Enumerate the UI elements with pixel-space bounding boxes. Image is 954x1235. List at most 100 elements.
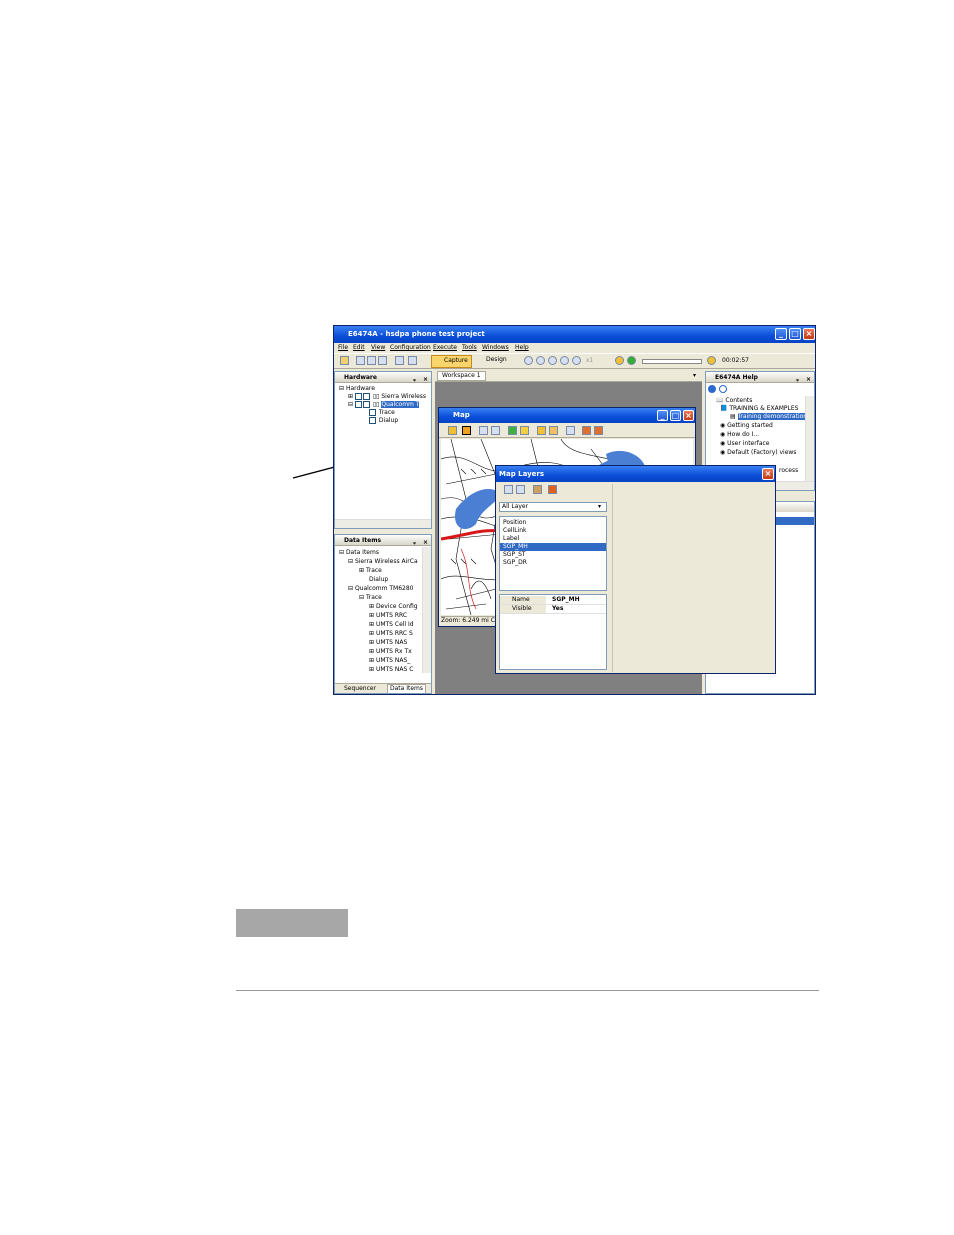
stop-icon[interactable] — [548, 356, 557, 365]
layer-filter-select[interactable]: All Layer ▾ — [499, 502, 607, 512]
tree-item[interactable]: ⊞ UMTS NAS_ — [369, 657, 410, 665]
copy-icon[interactable] — [367, 356, 376, 365]
checkbox[interactable] — [369, 409, 376, 416]
paste-icon[interactable] — [378, 356, 387, 365]
layer-list-item[interactable]: CellLink — [500, 527, 606, 535]
close-button[interactable]: × — [803, 328, 815, 340]
menu-help[interactable]: Help — [515, 344, 529, 351]
pin-icon[interactable]: ᵩ — [796, 374, 799, 385]
prop-row[interactable]: Visible Yes — [500, 605, 606, 614]
tree-node-dialup[interactable]: Dialup — [369, 417, 398, 425]
maximize-button[interactable]: □ — [789, 328, 801, 340]
map-layers-close-button[interactable]: × — [762, 468, 774, 480]
clock-icon[interactable] — [566, 426, 575, 435]
help-vscroll[interactable] — [805, 396, 814, 482]
help-item[interactable]: ▤ Training demonstration — [730, 413, 808, 421]
play-icon[interactable] — [536, 356, 545, 365]
layer-up-icon[interactable] — [504, 485, 513, 494]
help-item[interactable]: 📖 Contents — [716, 397, 752, 405]
menu-tools[interactable]: Tools — [462, 344, 477, 351]
layer-list-item[interactable]: SGP_ST — [500, 551, 606, 559]
map-maximize-button[interactable]: □ — [670, 410, 681, 421]
prop-value[interactable]: Yes — [552, 605, 563, 613]
tree-item[interactable]: ⊟ Data Items — [339, 549, 379, 557]
tab-sequencer[interactable]: Sequencer — [344, 685, 376, 693]
tree-item[interactable]: ⊞ UMTS RRC — [369, 612, 407, 620]
tree-item[interactable]: ⊞ UMTS NAS C — [369, 666, 413, 674]
playback-slider[interactable] — [642, 359, 702, 364]
pause-icon[interactable] — [572, 356, 581, 365]
help-item[interactable]: ◉ Getting started — [720, 422, 773, 430]
tree-item[interactable]: ⊟ Qualcomm TM6280 — [348, 585, 413, 593]
export-icon[interactable] — [582, 426, 591, 435]
tree-item[interactable]: ⊞ UMTS Rx Tx — [369, 648, 412, 656]
help-item[interactable]: ◉ How do I... — [720, 431, 759, 439]
cut-icon[interactable] — [356, 356, 365, 365]
design-button[interactable]: Design — [476, 356, 507, 364]
zoom-in-icon[interactable] — [479, 426, 488, 435]
menu-view[interactable]: View — [371, 344, 385, 351]
minimize-button[interactable]: _ — [775, 328, 787, 340]
checkbox[interactable] — [354, 401, 362, 408]
chevron-down-icon[interactable]: ▾ — [598, 503, 601, 511]
menu-edit[interactable]: Edit — [353, 344, 365, 351]
tree-node-sierra[interactable]: ⊞ ▯▯ Sierra Wireless — [348, 393, 426, 401]
layer-add-icon[interactable] — [533, 485, 542, 494]
import-icon[interactable] — [594, 426, 603, 435]
dataitems-vscroll[interactable] — [422, 547, 431, 673]
prop-row[interactable]: Name SGP_MH — [500, 596, 606, 605]
layer-list-item[interactable]: SGP_DR — [500, 559, 606, 567]
step-icon[interactable] — [560, 356, 569, 365]
prop-value[interactable]: SGP_MH — [552, 596, 580, 604]
help-item[interactable]: ◉ User interface — [720, 440, 770, 448]
tree-item[interactable]: ⊟ Trace — [359, 594, 382, 602]
workspace-dropdown-icon[interactable]: ▾ — [693, 372, 696, 380]
layer-remove-icon[interactable] — [548, 485, 557, 494]
tree-item[interactable]: ⊞ Device Config — [369, 603, 418, 611]
menu-configuration[interactable]: Configuration — [390, 344, 431, 351]
tab-workspace-1[interactable]: Workspace 1 — [437, 371, 486, 381]
open-icon[interactable] — [340, 356, 349, 365]
checkbox[interactable] — [369, 417, 376, 424]
tab-data-items[interactable]: Data Items — [387, 684, 427, 693]
record-icon[interactable] — [524, 356, 533, 365]
capture-button[interactable]: Capture — [431, 355, 472, 368]
loop-icon[interactable] — [615, 356, 624, 365]
tree-item[interactable]: ⊟ Sierra Wireless AirCa — [348, 558, 418, 566]
tree-item[interactable]: ⊞ UMTS Cell Id — [369, 621, 414, 629]
menu-windows[interactable]: Windows — [482, 344, 509, 351]
hardware-icon[interactable] — [395, 356, 404, 365]
pin-icon[interactable]: ᵩ — [413, 537, 416, 548]
menu-execute[interactable]: Execute — [433, 344, 457, 351]
help-item[interactable]: 📘 TRAINING & EXAMPLES — [720, 405, 799, 413]
speed-field[interactable]: x1 — [586, 357, 593, 365]
help-item[interactable]: rocess — [779, 467, 798, 475]
map-layers-icon[interactable] — [462, 426, 471, 435]
map-minimize-button[interactable]: _ — [657, 410, 668, 421]
layer-list-item[interactable]: SGP_MH — [500, 543, 606, 551]
tree-item[interactable]: Dialup — [369, 576, 388, 584]
zoom-out-icon[interactable] — [491, 426, 500, 435]
label-icon[interactable] — [537, 426, 546, 435]
tree-item[interactable]: ⊞ UMTS NAS — [369, 639, 407, 647]
hardware-hscroll[interactable] — [335, 519, 431, 528]
panel-close-icon[interactable]: × — [423, 374, 428, 385]
grid-icon[interactable] — [408, 356, 417, 365]
menu-file[interactable]: File — [338, 344, 348, 351]
help-icon[interactable] — [708, 385, 716, 393]
layer-list-item[interactable]: Label — [500, 535, 606, 543]
tree-item[interactable]: ⊞ Trace — [359, 567, 382, 575]
go-icon[interactable] — [627, 356, 636, 365]
open-layer-icon[interactable] — [448, 426, 457, 435]
layer-down-icon[interactable] — [516, 485, 525, 494]
tree-node-hardware[interactable]: ⊟ Hardware — [339, 385, 375, 393]
layer-list-item[interactable]: Position — [500, 519, 606, 527]
tree-item[interactable]: ⊞ UMTS RRC S — [369, 630, 413, 638]
tree-node-qualcomm[interactable]: ⊟ ▯▯ Qualcomm T — [348, 401, 420, 409]
search-icon[interactable] — [719, 385, 727, 393]
help-item[interactable]: ◉ Default (Factory) views — [720, 449, 796, 457]
select-arrow-icon[interactable] — [508, 426, 517, 435]
checkbox[interactable] — [362, 393, 370, 400]
panel-close-icon[interactable]: × — [806, 374, 811, 385]
checkbox[interactable] — [362, 401, 370, 408]
